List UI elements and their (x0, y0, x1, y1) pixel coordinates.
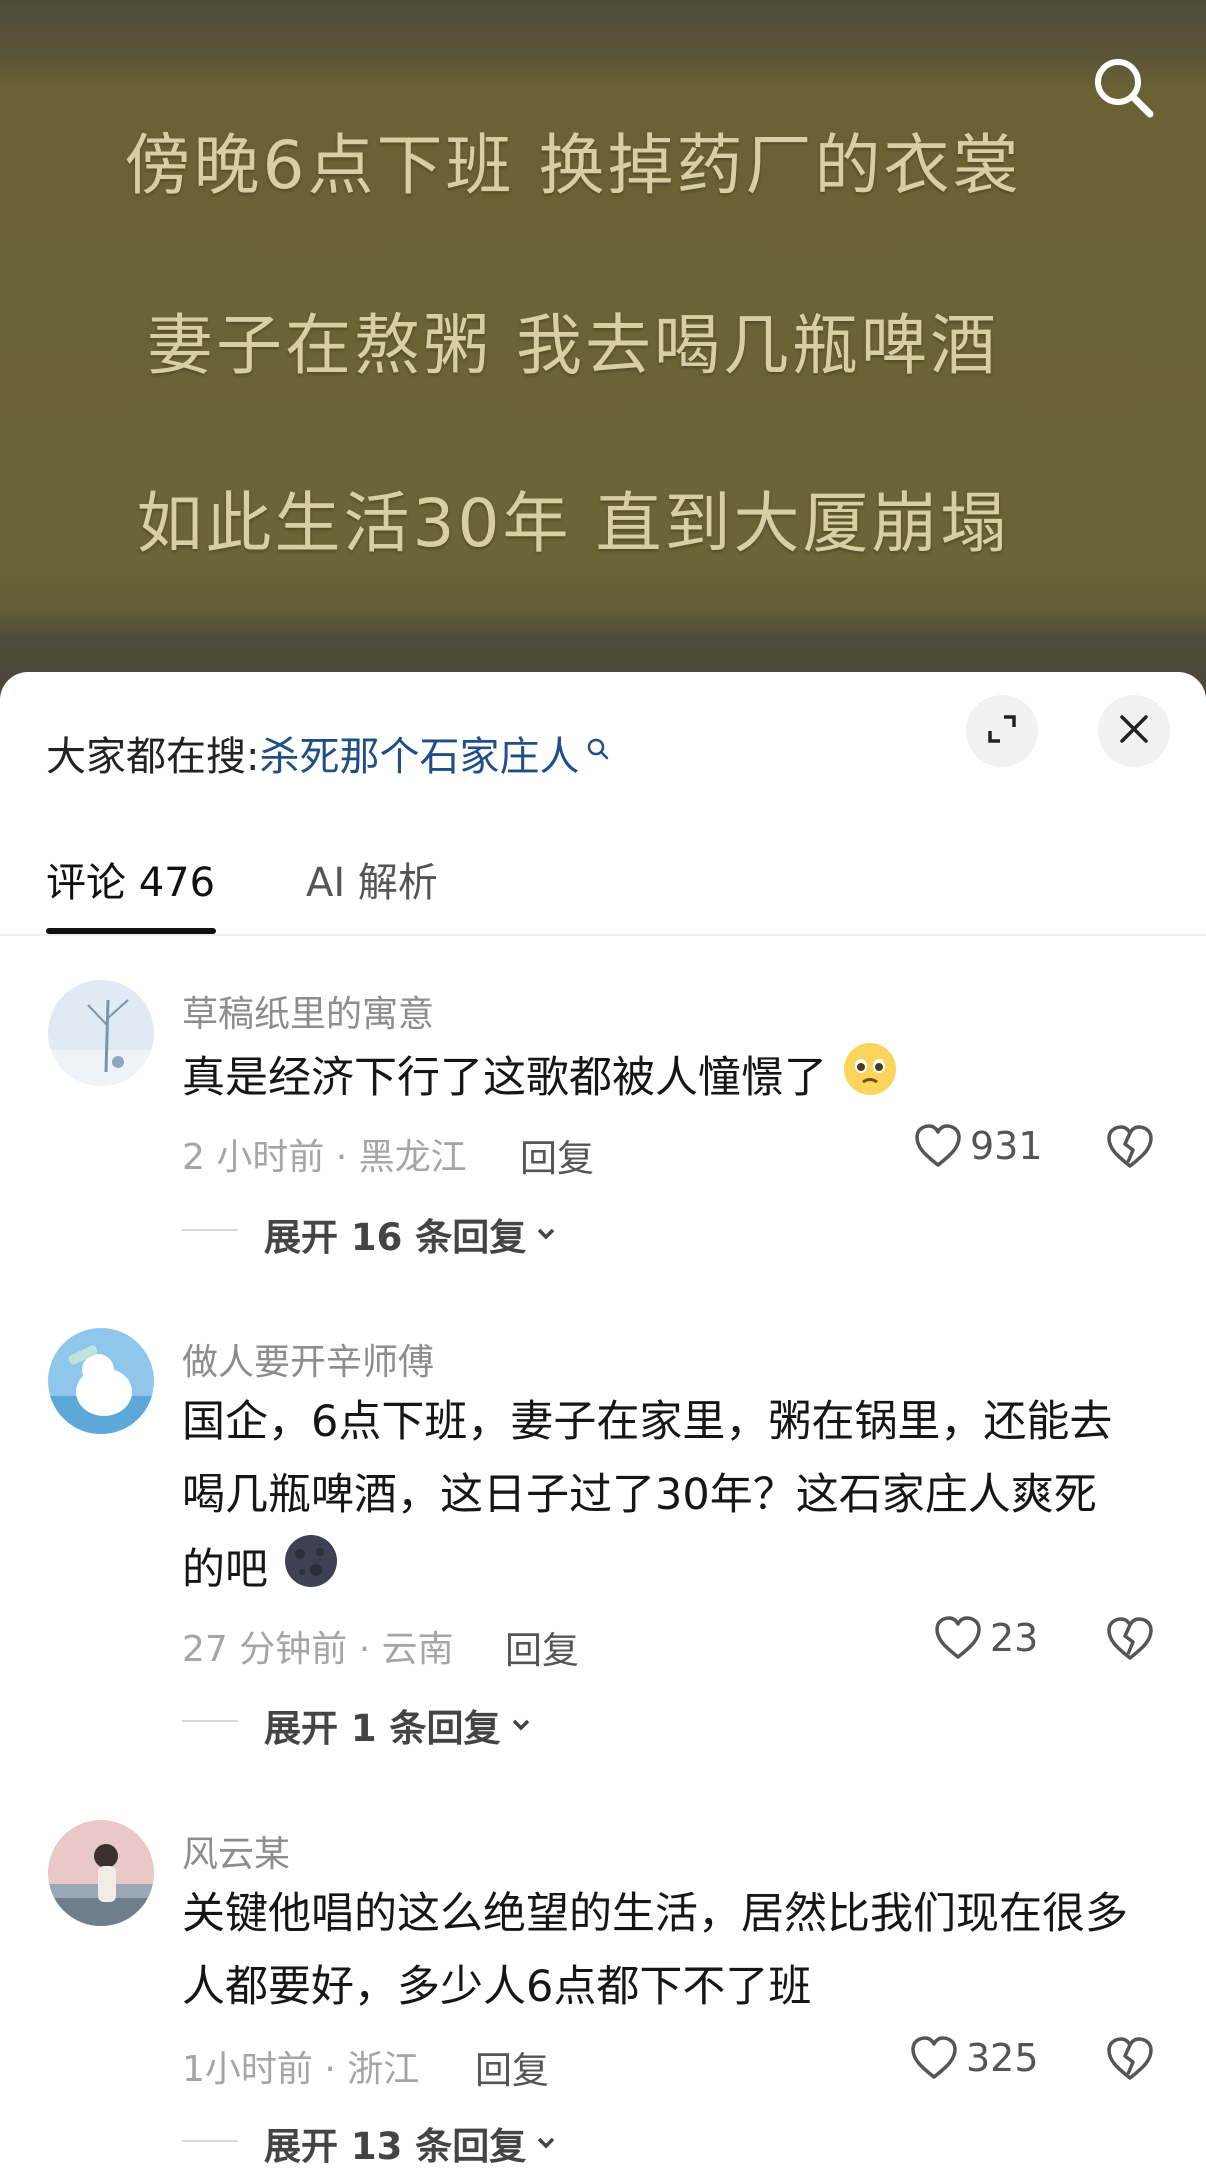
like-count: 23 (990, 1616, 1039, 1660)
close-button[interactable] (1098, 695, 1170, 767)
lyric-line: 傍晚6点下班 换掉药厂的衣裳 (124, 127, 1022, 204)
broken-heart-icon (1107, 1617, 1153, 1660)
expand-replies-button[interactable]: 展开 16 条回复 (264, 1207, 560, 1261)
trending-search-hint[interactable]: 大家都在搜:杀死那个石家庄人 (46, 724, 611, 782)
reply-button[interactable]: 回复 (505, 1620, 579, 1674)
like-button[interactable]: 23 (934, 1615, 1038, 1661)
avatar[interactable] (48, 1328, 154, 1434)
search-hint-query[interactable]: 杀死那个石家庄人 (259, 734, 579, 780)
pleading-face-emoji (841, 1040, 899, 1121)
like-button[interactable]: 931 (914, 1123, 1043, 1169)
search-icon[interactable] (1088, 52, 1158, 122)
broken-heart-icon (1107, 2037, 1153, 2080)
comment-text-line: 人都要好，多少人6点都下不了班 (182, 1962, 812, 2012)
expand-replies-label: 展开 1 条回复 (264, 1707, 501, 1750)
reply-button[interactable]: 回复 (475, 2040, 549, 2094)
close-icon (1117, 712, 1151, 750)
comment-text: 国企，6点下班，妻子在家里，粥在锅里，还能去 喝几瓶啤酒，这日子过了30年？这石… (182, 1386, 1142, 1613)
chevron-down-icon (512, 1719, 529, 1731)
expand-replies-button[interactable]: 展开 1 条回复 (264, 1698, 535, 1752)
dislike-button[interactable] (1106, 1616, 1154, 1666)
lyric-line: 如此生活30年 直到大厦崩塌 (136, 485, 1010, 562)
tab-comments[interactable]: 评论 476 (46, 850, 215, 908)
video-player[interactable]: 傍晚6点下班 换掉药厂的衣裳 妻子在熬粥 我去喝几瓶啤酒 如此生活30年 直到大… (0, 0, 1206, 700)
divider (182, 2140, 238, 2142)
avatar[interactable] (48, 980, 154, 1086)
expand-icon (984, 711, 1020, 751)
broken-heart-icon (1107, 1125, 1153, 1168)
chevron-down-icon (538, 1228, 555, 1240)
reply-button[interactable]: 回复 (520, 1128, 594, 1182)
new-moon-face-emoji (282, 1532, 340, 1613)
expand-replies-label: 展开 16 条回复 (264, 1216, 527, 1259)
dislike-button[interactable] (1106, 2036, 1154, 2086)
heart-icon (911, 2036, 957, 2079)
avatar[interactable] (48, 1820, 154, 1926)
heart-icon (915, 1124, 961, 1167)
comment-meta: 2 小时前 · 黑龙江 (182, 1137, 467, 1178)
like-count: 931 (970, 1124, 1043, 1168)
expand-replies-label: 展开 13 条回复 (264, 2125, 527, 2168)
dislike-button[interactable] (1106, 1124, 1154, 1174)
expand-button[interactable] (966, 695, 1038, 767)
comment-username[interactable]: 草稿纸里的寓意 (182, 985, 434, 1037)
like-button[interactable]: 325 (910, 2035, 1039, 2081)
search-icon (585, 726, 611, 772)
comment-meta: 27 分钟前 · 云南 (182, 1629, 454, 1670)
comment-meta: 1小时前 · 浙江 (182, 2049, 420, 2090)
comment-text-line: 真是经济下行了这歌都被人憧憬了 (182, 1053, 827, 1103)
comment-text-line: 国企，6点下班，妻子在家里，粥在锅里，还能去 (182, 1397, 1113, 1447)
comment-text-line: 关键他唱的这么绝望的生活，居然比我们现在很多 (182, 1889, 1128, 1939)
comment-text: 真是经济下行了这歌都被人憧憬了 (182, 1040, 1142, 1121)
tab-ai-analysis[interactable]: AI 解析 (306, 850, 438, 908)
divider (0, 934, 1206, 936)
divider (182, 1720, 238, 1722)
expand-replies-button[interactable]: 展开 13 条回复 (264, 2116, 560, 2170)
search-hint-label: 大家都在搜: (46, 734, 260, 780)
comment-username[interactable]: 风云某 (182, 1825, 290, 1877)
comment-text-line: 的吧 (182, 1545, 268, 1595)
divider (182, 1229, 238, 1231)
chevron-down-icon (538, 2137, 555, 2149)
heart-icon (935, 1616, 981, 1659)
comment-username[interactable]: 做人要开辛师傅 (182, 1333, 434, 1385)
lyric-line: 妻子在熬粥 我去喝几瓶啤酒 (147, 307, 999, 384)
comment-text: 关键他唱的这么绝望的生活，居然比我们现在很多 人都要好，多少人6点都下不了班 (182, 1878, 1142, 2024)
comment-text-line: 喝几瓶啤酒，这日子过了30年？这石家庄人爽死 (182, 1470, 1097, 1520)
like-count: 325 (966, 2036, 1039, 2080)
